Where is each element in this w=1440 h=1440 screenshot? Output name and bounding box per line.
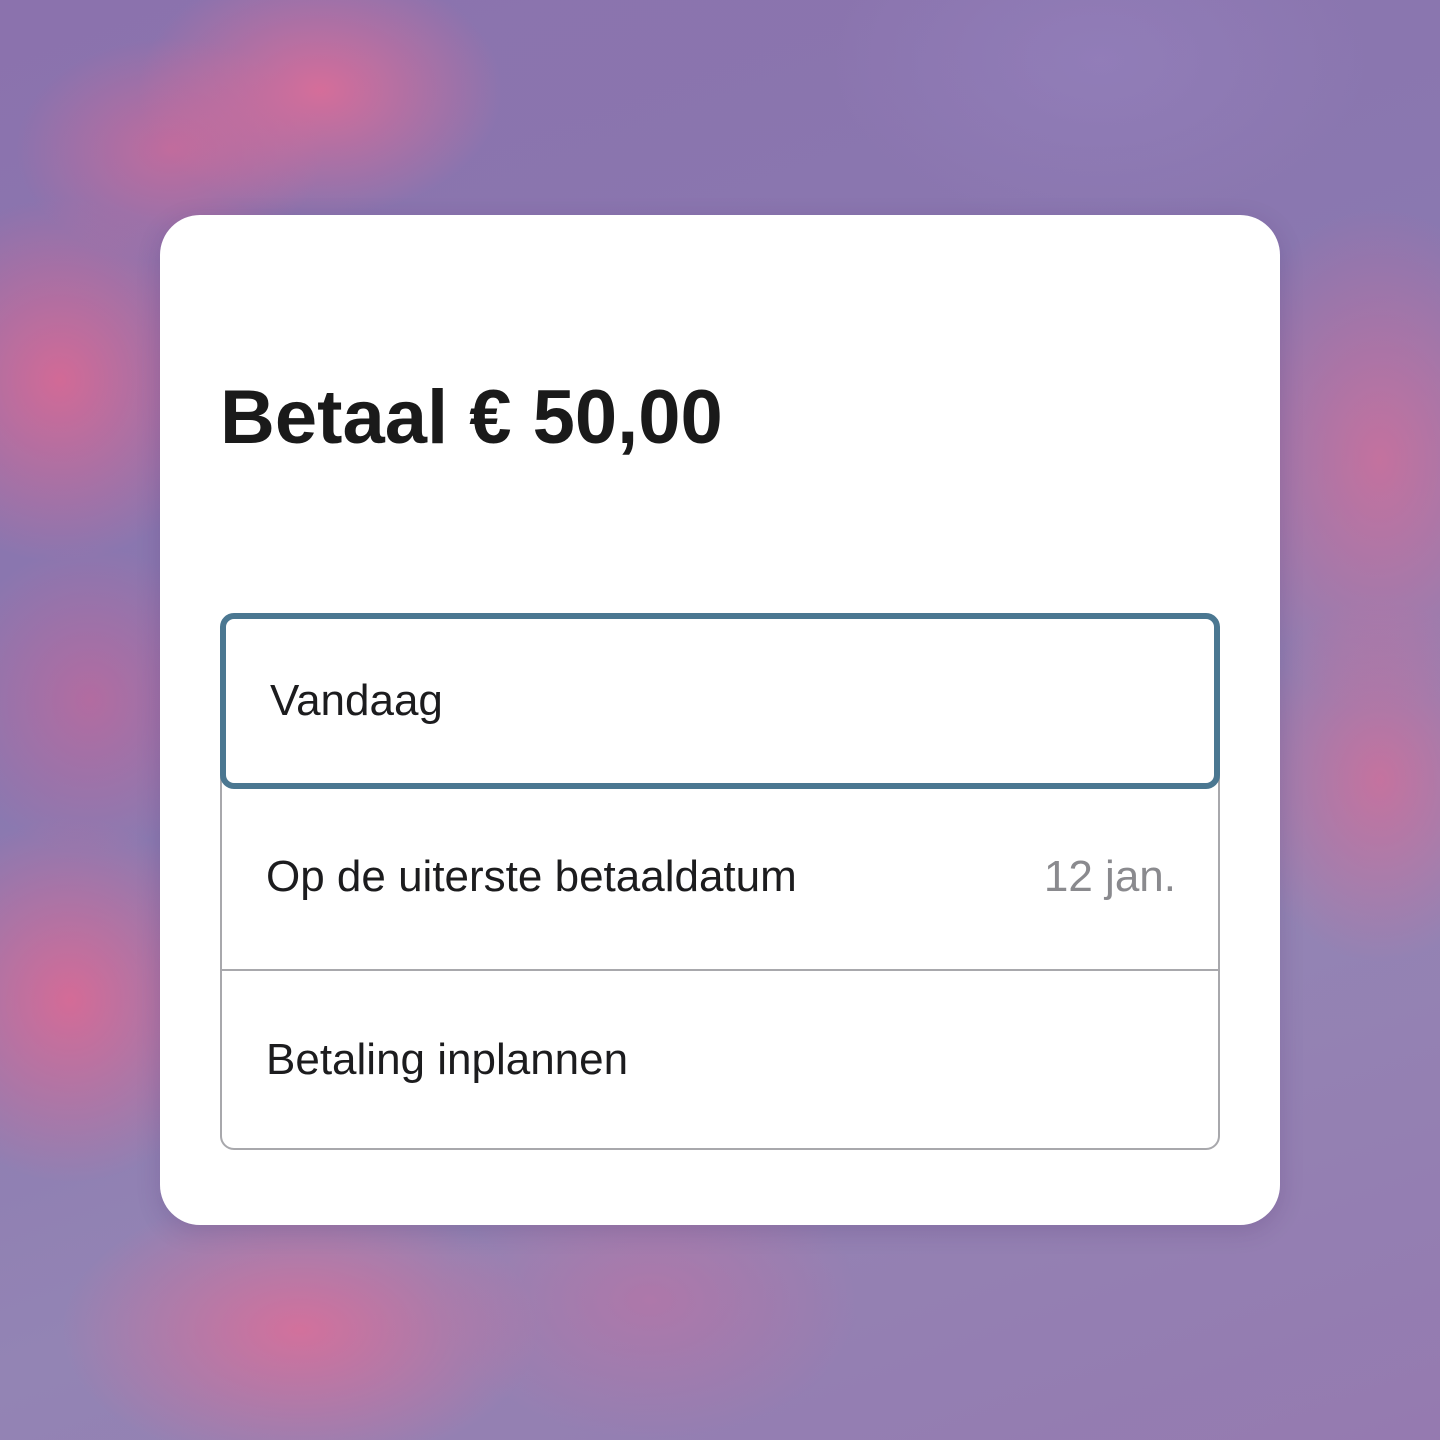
option-due-date-label: Op de uiterste betaaldatum: [266, 852, 797, 901]
option-today-label: Vandaag: [270, 676, 443, 725]
option-due-date-value: 12 jan.: [1043, 852, 1176, 901]
payment-title: Betaal € 50,00: [220, 375, 723, 460]
option-schedule-label: Betaling inplannen: [266, 1034, 629, 1084]
option-schedule-payment[interactable]: Betaling inplannen: [222, 971, 1218, 1148]
payment-options-list: Vandaag Op de uiterste betaaldatum 12 ja…: [220, 613, 1220, 1150]
option-today[interactable]: Vandaag: [220, 613, 1220, 789]
option-due-date[interactable]: Op de uiterste betaaldatum 12 jan.: [222, 787, 1218, 967]
payment-card: Betaal € 50,00 Vandaag Op de uiterste be…: [160, 215, 1280, 1225]
